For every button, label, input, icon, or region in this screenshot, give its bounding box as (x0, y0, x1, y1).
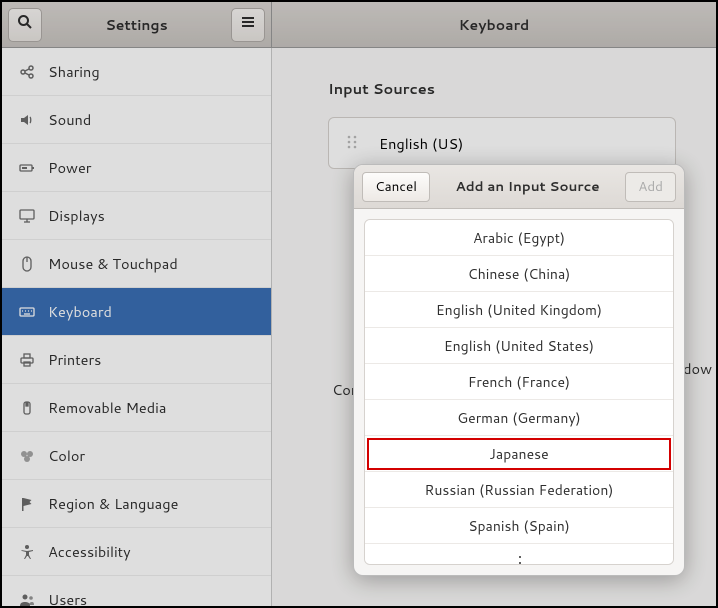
sidebar-item-label: Sharing (48, 61, 100, 82)
sidebar-item-color[interactable]: Color (2, 432, 271, 480)
region-icon (16, 496, 38, 512)
search-button[interactable] (8, 8, 42, 42)
printers-icon (16, 352, 38, 368)
sidebar-item-label: Region & Language (48, 493, 178, 514)
input-sources-list: English (US) (328, 117, 676, 169)
sidebar-item-a11y[interactable]: Accessibility (2, 528, 271, 576)
language-item[interactable]: English (United States) (365, 328, 673, 364)
sidebar-item-label: Sound (48, 109, 91, 130)
sidebar-item-removable[interactable]: Removable Media (2, 384, 271, 432)
language-item[interactable]: Spanish (Spain) (365, 508, 673, 544)
menu-button[interactable] (231, 8, 265, 42)
language-item[interactable]: Russian (Russian Federation) (365, 472, 673, 508)
language-item[interactable]: English (United Kingdom) (365, 292, 673, 328)
removable-icon (16, 400, 38, 416)
share-icon (16, 64, 38, 80)
sidebar-item-share[interactable]: Sharing (2, 48, 271, 96)
dialog-header: Cancel Add an Input Source Add (354, 165, 684, 209)
add-input-source-dialog: Cancel Add an Input Source Add Arabic (E… (353, 164, 685, 576)
power-icon (16, 160, 38, 176)
sidebar-item-label: Displays (48, 205, 105, 226)
more-icon: ⋮ (511, 549, 527, 565)
color-icon (16, 448, 38, 464)
panel-title: Keyboard (272, 15, 716, 35)
sidebar-item-label: Power (48, 157, 91, 178)
sidebar-item-sound[interactable]: Sound (2, 96, 271, 144)
sound-icon (16, 112, 38, 128)
sidebar-item-mouse[interactable]: Mouse & Touchpad (2, 240, 271, 288)
language-item[interactable]: French (France) (365, 364, 673, 400)
peek-text: dow (683, 358, 712, 379)
input-source-row[interactable]: English (US) (329, 118, 675, 168)
sidebar-item-power[interactable]: Power (2, 144, 271, 192)
a11y-icon (16, 544, 38, 560)
dialog-body: Arabic (Egypt)Chinese (China)English (Un… (354, 209, 684, 575)
dialog-title: Add an Input Source (436, 177, 619, 196)
sidebar-item-region[interactable]: Region & Language (2, 480, 271, 528)
sidebar-item-label: Keyboard (48, 301, 112, 322)
drag-handle-icon[interactable] (347, 133, 361, 154)
headerbar-left: Settings (2, 2, 272, 47)
sidebar-item-label: Users (48, 589, 87, 606)
more-languages-button[interactable]: ⋮ (365, 544, 673, 565)
sidebar-item-label: Printers (48, 349, 101, 370)
language-item[interactable]: Chinese (China) (365, 256, 673, 292)
mouse-icon (16, 256, 38, 272)
sidebar-item-keyboard[interactable]: Keyboard (2, 288, 271, 336)
language-item[interactable]: Japanese (365, 436, 673, 472)
sidebar-item-label: Accessibility (48, 541, 131, 562)
sidebar: Sharing Sound Power Displays Mouse & Touchpa… (2, 48, 272, 606)
keyboard-icon (16, 304, 38, 320)
language-item[interactable]: Arabic (Egypt) (365, 220, 673, 256)
displays-icon (16, 208, 38, 224)
search-icon (17, 14, 33, 35)
sidebar-item-printers[interactable]: Printers (2, 336, 271, 384)
sidebar-item-label: Mouse & Touchpad (48, 253, 178, 274)
section-title-input-sources: Input Sources (328, 78, 676, 99)
sidebar-item-displays[interactable]: Displays (2, 192, 271, 240)
language-list[interactable]: Arabic (Egypt)Chinese (China)English (Un… (364, 219, 674, 565)
cancel-button[interactable]: Cancel (362, 172, 430, 202)
add-button[interactable]: Add (625, 172, 676, 202)
headerbar: Settings Keyboard (2, 2, 716, 48)
settings-title: Settings (42, 15, 231, 35)
input-source-label: English (US) (379, 133, 463, 154)
sidebar-item-users[interactable]: Users (2, 576, 271, 606)
headerbar-right: Keyboard (272, 2, 716, 47)
sidebar-item-label: Removable Media (48, 397, 166, 418)
language-item[interactable]: German (Germany) (365, 400, 673, 436)
hamburger-icon (240, 14, 256, 35)
users-icon (16, 592, 38, 607)
sidebar-item-label: Color (48, 445, 85, 466)
